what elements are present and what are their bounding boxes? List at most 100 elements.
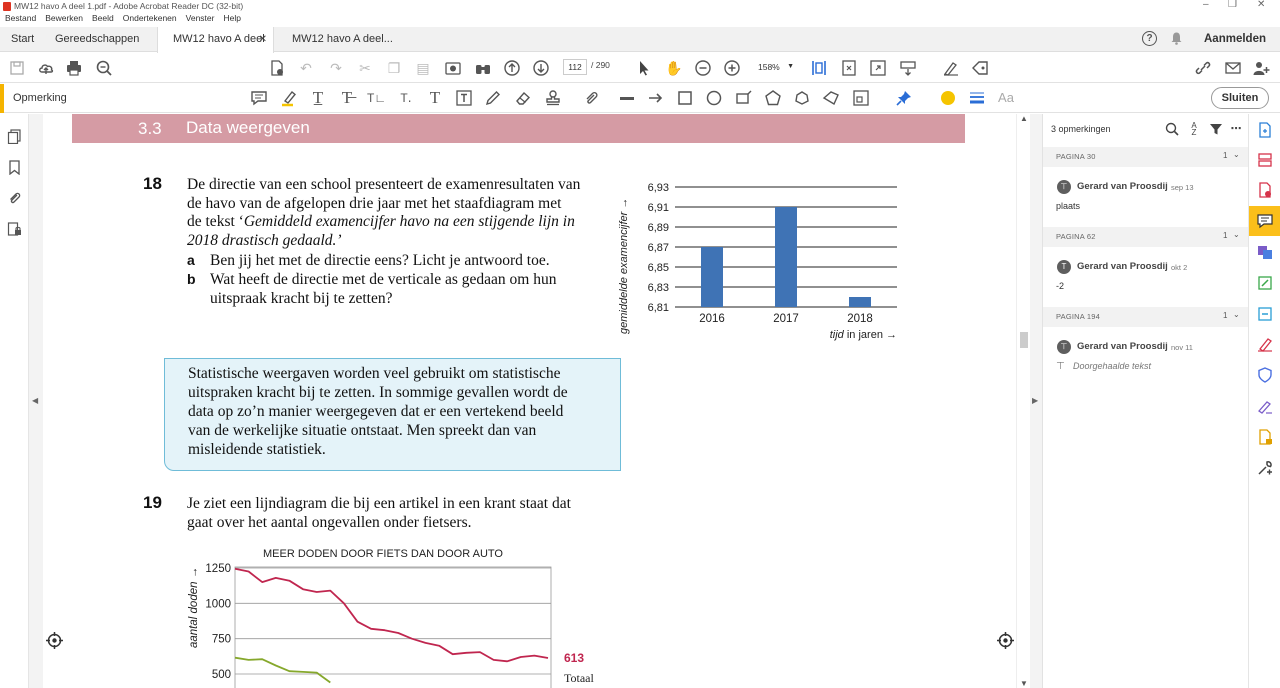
share-user-icon[interactable] xyxy=(1252,59,1270,77)
document-view[interactable]: 3.3 Data weergeven 18 De directie van ee… xyxy=(43,114,1016,688)
minimize-icon[interactable]: – xyxy=(1203,0,1209,10)
cut-icon[interactable]: ✂ xyxy=(356,59,374,77)
sort-icon[interactable]: AZ xyxy=(1187,122,1201,137)
menu-venster[interactable]: Venster xyxy=(186,13,215,26)
full-screen-icon[interactable] xyxy=(869,59,887,77)
tab-tools[interactable]: Gereedschappen xyxy=(55,27,139,52)
oval-icon[interactable] xyxy=(705,89,723,107)
color-picker-icon[interactable] xyxy=(939,89,957,107)
tag-icon[interactable] xyxy=(971,59,989,77)
bookmark-icon[interactable] xyxy=(7,160,22,175)
zoom-out-icon[interactable] xyxy=(694,59,712,77)
next-page-icon[interactable] xyxy=(532,59,550,77)
crosshair-icon[interactable] xyxy=(46,632,63,649)
combine-files-icon[interactable] xyxy=(1257,244,1273,260)
save-icon[interactable] xyxy=(8,59,26,77)
arrow-icon[interactable] xyxy=(647,89,665,107)
fit-width-icon[interactable] xyxy=(810,59,828,77)
right-panel-toggle[interactable]: ▶ xyxy=(1030,114,1042,688)
crosshair-icon[interactable] xyxy=(997,632,1014,649)
undo-icon[interactable]: ↶ xyxy=(297,59,315,77)
connected-lines-icon[interactable] xyxy=(852,89,870,107)
rectangle-icon[interactable] xyxy=(676,89,694,107)
scan-ocr-icon[interactable] xyxy=(1257,306,1273,322)
scroll-mode-icon[interactable] xyxy=(899,59,917,77)
select-cursor-icon[interactable] xyxy=(635,59,653,77)
email-icon[interactable] xyxy=(1224,59,1242,77)
left-panel-toggle[interactable]: ◀ xyxy=(29,114,43,688)
signin-button[interactable]: Aanmelden xyxy=(1204,27,1266,52)
paste-icon[interactable]: ▤ xyxy=(414,59,432,77)
chevron-down-icon[interactable]: ⌄ xyxy=(1233,230,1240,239)
tab-document-active[interactable]: MW12 havo A deel ... ✕ xyxy=(157,27,274,70)
search-icon[interactable] xyxy=(1165,122,1179,136)
comment-tool-icon[interactable] xyxy=(1257,213,1273,229)
attachment-icon[interactable] xyxy=(7,191,22,206)
export-pdf-icon[interactable] xyxy=(1257,182,1273,198)
line-width-icon[interactable] xyxy=(968,89,986,107)
redo-icon[interactable]: ↷ xyxy=(327,59,345,77)
convert-pdf-icon[interactable] xyxy=(268,59,286,77)
add-text-icon[interactable]: T xyxy=(426,89,444,107)
zoom-out-search-icon[interactable] xyxy=(95,59,113,77)
request-signature-icon[interactable] xyxy=(1257,398,1273,414)
fill-sign-tool-icon[interactable] xyxy=(1257,336,1273,352)
underline-text-icon[interactable]: T̲ xyxy=(309,89,327,107)
hand-tool-icon[interactable]: ✋ xyxy=(665,59,683,77)
font-sample[interactable]: Aa xyxy=(997,89,1015,107)
tab-document-2[interactable]: MW12 havo A deel... xyxy=(292,27,393,52)
pin-icon[interactable] xyxy=(895,89,913,107)
page-number-input[interactable]: 112 xyxy=(563,59,587,75)
comment-page-group-1[interactable]: PAGINA 30 1 ⌄ xyxy=(1043,147,1249,167)
tab-start[interactable]: Start xyxy=(11,27,34,52)
stamp-icon[interactable] xyxy=(544,89,562,107)
eraser-icon[interactable] xyxy=(514,89,532,107)
menu-ondertekenen[interactable]: Ondertekenen xyxy=(123,13,177,26)
polygon-icon[interactable] xyxy=(764,89,782,107)
attach-file-icon[interactable] xyxy=(582,89,600,107)
scroll-down-icon[interactable]: ▼ xyxy=(1020,679,1028,688)
sticky-note-icon[interactable] xyxy=(250,89,268,107)
zoom-in-icon[interactable] xyxy=(723,59,741,77)
menu-bestand[interactable]: Bestand xyxy=(5,13,36,26)
fill-sign-icon[interactable] xyxy=(942,59,960,77)
polyline-icon[interactable] xyxy=(822,89,840,107)
fit-page-icon[interactable] xyxy=(840,59,858,77)
insert-text-icon[interactable]: T․ xyxy=(397,89,415,107)
restore-icon[interactable]: ❐ xyxy=(1228,0,1237,10)
copy-icon[interactable]: ❐ xyxy=(385,59,403,77)
text-callout-icon[interactable] xyxy=(735,89,753,107)
more-options-icon[interactable]: ⋯ xyxy=(1229,122,1243,136)
highlighter-icon[interactable] xyxy=(280,89,298,107)
scroll-thumb[interactable] xyxy=(1020,332,1028,348)
create-pdf-icon[interactable] xyxy=(1257,122,1273,138)
chevron-down-icon[interactable]: ⌄ xyxy=(1233,310,1240,319)
comment-page-group-2[interactable]: PAGINA 62 1 ⌄ xyxy=(1043,227,1249,247)
link-icon[interactable] xyxy=(1194,59,1212,77)
previous-page-icon[interactable] xyxy=(503,59,521,77)
cloud-shape-icon[interactable] xyxy=(793,89,811,107)
chevron-down-icon[interactable]: ⌄ xyxy=(1233,150,1240,159)
close-comment-button[interactable]: Sluiten xyxy=(1211,87,1269,109)
menu-help[interactable]: Help xyxy=(223,13,240,26)
help-icon[interactable]: ? xyxy=(1142,31,1157,46)
close-tab-icon[interactable]: ✕ xyxy=(259,27,267,52)
replace-text-icon[interactable]: T∟ xyxy=(367,89,386,107)
vertical-scrollbar[interactable]: ▲ ▼ xyxy=(1016,114,1030,688)
text-box-icon[interactable] xyxy=(455,89,473,107)
protect-icon[interactable] xyxy=(1257,367,1273,383)
close-window-icon[interactable]: ✕ xyxy=(1257,0,1265,10)
cloud-upload-icon[interactable] xyxy=(37,59,55,77)
bell-icon[interactable] xyxy=(1171,32,1182,45)
filter-icon[interactable] xyxy=(1209,122,1223,136)
strikethrough-text-icon[interactable]: T̶ xyxy=(338,89,356,107)
snapshot-icon[interactable] xyxy=(444,59,462,77)
edit-pdf-icon[interactable] xyxy=(1257,275,1273,291)
page-thumbnails-icon[interactable] xyxy=(7,129,22,144)
menu-bewerken[interactable]: Bewerken xyxy=(45,13,83,26)
pencil-icon[interactable] xyxy=(484,89,502,107)
line-icon[interactable] xyxy=(618,89,636,107)
more-tools-icon[interactable] xyxy=(1257,460,1273,476)
organize-pages-icon[interactable] xyxy=(1257,152,1273,168)
comment-page-group-3[interactable]: PAGINA 194 1 ⌄ xyxy=(1043,307,1249,327)
